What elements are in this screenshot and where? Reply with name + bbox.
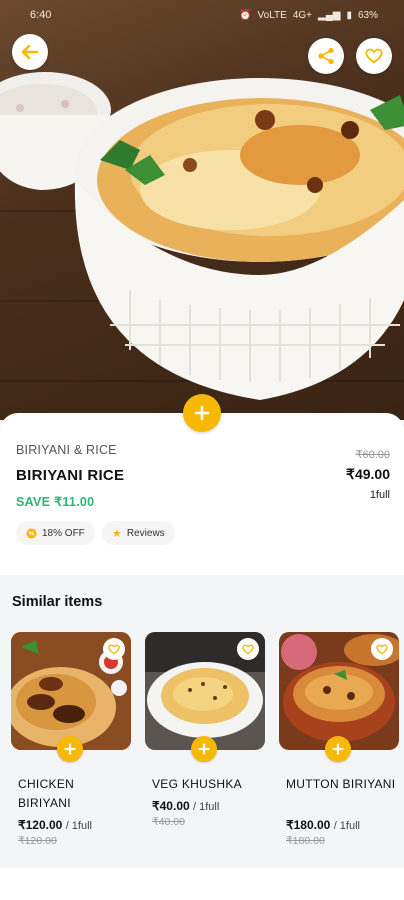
signal-icon: ▂▄▆ bbox=[318, 9, 341, 21]
discount-chip: % 18% OFF bbox=[16, 521, 95, 545]
plus-icon bbox=[198, 743, 210, 755]
favorite-button[interactable] bbox=[103, 638, 125, 660]
product-price: ₹49.00 bbox=[346, 466, 390, 482]
item-price-row: ₹120.00 / 1full bbox=[18, 818, 92, 832]
item-unit: / 1full bbox=[333, 820, 360, 832]
battery-percent: 63% bbox=[357, 9, 378, 21]
item-image bbox=[11, 632, 131, 750]
add-item-button[interactable] bbox=[325, 736, 351, 762]
similar-items-title: Similar items bbox=[12, 594, 103, 610]
svg-text:%: % bbox=[29, 530, 35, 537]
discount-label: 18% OFF bbox=[42, 527, 85, 539]
network-label: VoLTE bbox=[257, 9, 287, 21]
back-button[interactable] bbox=[12, 34, 48, 70]
item-price-row: ₹180.00 / 1full bbox=[286, 818, 360, 832]
add-item-button[interactable] bbox=[57, 736, 83, 762]
item-name: VEG KHUSHKA bbox=[152, 777, 242, 791]
add-to-cart-button[interactable] bbox=[183, 394, 221, 432]
product-unit: 1full bbox=[369, 489, 390, 501]
status-time: 6:40 bbox=[30, 9, 52, 21]
item-name: CHICKEN BIRIYANI bbox=[18, 777, 75, 810]
product-name: BIRIYANI RICE bbox=[16, 467, 125, 484]
plus-icon bbox=[194, 405, 210, 421]
reviews-label: Reviews bbox=[126, 527, 165, 539]
item-image bbox=[279, 632, 399, 750]
favorite-button[interactable] bbox=[371, 638, 393, 660]
bottom-strip bbox=[0, 868, 404, 900]
favorite-button[interactable] bbox=[237, 638, 259, 660]
item-unit: / 1full bbox=[65, 820, 92, 832]
arrow-left-icon bbox=[21, 44, 39, 60]
favorite-button[interactable] bbox=[356, 38, 392, 74]
star-icon: ★ bbox=[112, 527, 122, 540]
plus-icon bbox=[332, 743, 344, 755]
item-mrp: ₹40.00 bbox=[152, 816, 185, 828]
biryani-bowl-image bbox=[74, 78, 404, 400]
product-category: BIRIYANI & RICE bbox=[16, 443, 117, 457]
savings-text: SAVE ₹11.00 bbox=[16, 495, 95, 509]
heart-outline-icon bbox=[242, 644, 254, 655]
item-price: ₹40.00 bbox=[152, 799, 190, 813]
item-mrp: ₹180.00 bbox=[286, 835, 325, 847]
heart-outline-icon bbox=[108, 644, 120, 655]
product-hero-image: 6:40 ⏰ VoLTE 4G+ ▂▄▆ ▮ 63% bbox=[0, 0, 404, 420]
item-price: ₹180.00 bbox=[286, 818, 331, 832]
heart-outline-icon bbox=[365, 48, 383, 64]
product-info-card: BIRIYANI & RICE BIRIYANI RICE SAVE ₹11.0… bbox=[0, 413, 404, 575]
discount-badge-icon: % bbox=[26, 527, 37, 539]
add-item-button[interactable] bbox=[191, 736, 217, 762]
product-mrp: ₹60.00 bbox=[355, 449, 390, 461]
item-mrp: ₹120.00 bbox=[18, 835, 57, 847]
item-name: MUTTON BIRIYANI bbox=[286, 777, 396, 791]
share-icon bbox=[318, 47, 334, 65]
data-label: 4G+ bbox=[292, 9, 312, 21]
heart-outline-icon bbox=[376, 644, 388, 655]
item-image bbox=[145, 632, 265, 750]
share-button[interactable] bbox=[308, 38, 344, 74]
reviews-chip[interactable]: ★ Reviews bbox=[102, 521, 175, 545]
similar-item-card[interactable]: VEG KHUSHKA ₹40.00 / 1full ₹40.00 bbox=[145, 632, 265, 828]
item-price: ₹120.00 bbox=[18, 818, 63, 832]
item-price-row: ₹40.00 / 1full bbox=[152, 799, 219, 813]
status-bar: 6:40 ⏰ VoLTE 4G+ ▂▄▆ ▮ 63% bbox=[0, 0, 404, 30]
alarm-icon: ⏰ bbox=[239, 9, 252, 21]
similar-item-card[interactable]: MUTTON BIRIYANI ₹180.00 / 1full ₹180.00 bbox=[279, 632, 399, 847]
similar-item-card[interactable]: CHICKEN BIRIYANI ₹120.00 / 1full ₹120.00 bbox=[11, 632, 131, 847]
item-unit: / 1full bbox=[193, 801, 220, 813]
plus-icon bbox=[64, 743, 76, 755]
battery-icon: ▮ bbox=[346, 9, 352, 21]
